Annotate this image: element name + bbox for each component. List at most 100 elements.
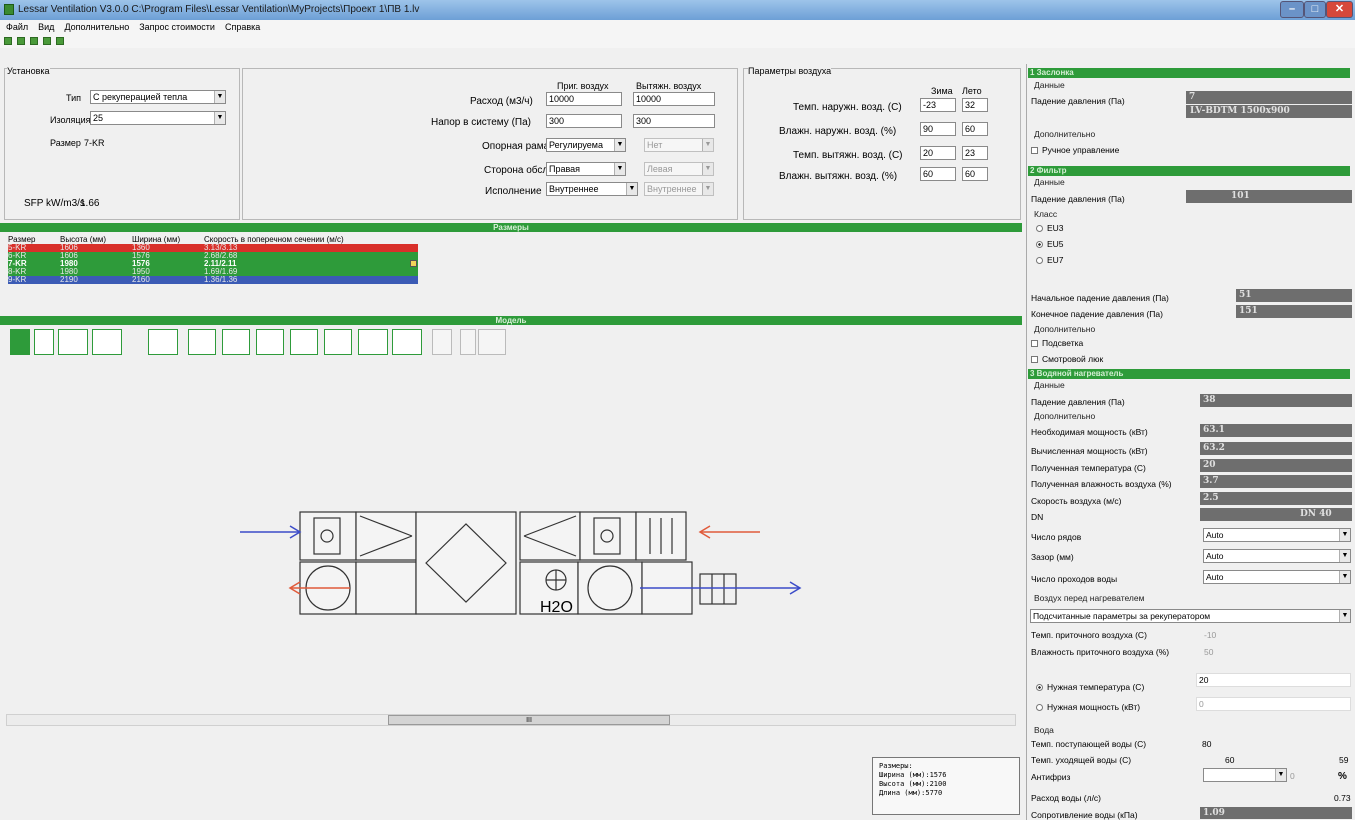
save-icon[interactable] — [43, 37, 51, 45]
electric-heater-component-icon[interactable] — [222, 329, 250, 355]
supply-flow-input[interactable]: 10000 — [546, 92, 622, 106]
exhaust-hum-winter[interactable]: 60 — [920, 167, 956, 181]
outdoor-hum-winter[interactable]: 90 — [920, 122, 956, 136]
manual-control-checkbox[interactable]: Ручное управление — [1031, 145, 1119, 155]
menu-file[interactable]: Файл — [6, 22, 28, 32]
menu-view[interactable]: Вид — [38, 22, 54, 32]
insulation-select[interactable]: 25 ▼ — [90, 111, 226, 125]
air-before-select[interactable]: Подсчитанные параметры за рекуператором ▼ — [1030, 609, 1351, 623]
fan-component-icon[interactable] — [148, 329, 178, 355]
outdoor-hum-label: Влажн. наружн. возд. (%) — [779, 126, 897, 137]
final-pd-value: 151 — [1236, 305, 1352, 318]
water-res-value: 1.09 — [1200, 807, 1352, 819]
print-icon[interactable] — [30, 37, 38, 45]
heater-section-header: 3 Водяной нагреватель — [1028, 369, 1350, 379]
humidifier-component-icon[interactable] — [324, 329, 352, 355]
sfp-label: SFP kW/m3/s — [24, 198, 85, 209]
size-value: 7-KR — [84, 138, 105, 148]
exhaust-temp-summer[interactable]: 23 — [962, 146, 988, 160]
need-power-radio[interactable]: Нужная мощность (кВт) — [1036, 702, 1140, 712]
supply-frame-select[interactable]: Регулируема ▼ — [546, 138, 626, 152]
gap-label: Зазор (мм) — [1031, 552, 1074, 562]
exhaust-pressure-input[interactable]: 300 — [633, 114, 715, 128]
exhaust-temp-label: Темп. вытяжн. возд. (С) — [793, 150, 903, 161]
supply-side-select[interactable]: Правая ▼ — [546, 162, 626, 176]
minimize-button[interactable]: – — [1280, 1, 1304, 18]
need-temp-input[interactable]: 20 — [1196, 673, 1351, 687]
exhaust-hum-summer[interactable]: 60 — [962, 167, 988, 181]
passes-select[interactable]: Auto ▼ — [1203, 570, 1351, 584]
dn-value: DN 40 — [1200, 508, 1352, 521]
rows-select[interactable]: Auto ▼ — [1203, 528, 1351, 542]
hatch-checkbox[interactable]: Смотровой люк — [1031, 354, 1103, 364]
check-icon[interactable] — [410, 260, 417, 267]
damper-section-header: 1 Заслонка — [1028, 68, 1350, 78]
export-icon[interactable] — [56, 37, 64, 45]
disabled-section-icon — [432, 329, 452, 355]
damper-pd-label: Падение давления (Па) — [1031, 96, 1125, 106]
light-checkbox[interactable]: Подсветка — [1031, 338, 1083, 348]
class-eu7-radio[interactable]: EU7 — [1036, 255, 1064, 265]
chevron-down-icon: ▼ — [1275, 769, 1286, 781]
class-eu3-radio[interactable]: EU3 — [1036, 223, 1064, 233]
result-temp-value: 20 — [1200, 459, 1352, 472]
menu-extra[interactable]: Дополнительно — [64, 22, 129, 32]
window-title: Lessar Ventilation V3.0.0 C:\Program Fil… — [18, 4, 420, 15]
exhaust-hum-label: Влажн. вытяжн. возд. (%) — [779, 171, 898, 182]
close-button[interactable]: ✕ — [1326, 1, 1353, 18]
maximize-button[interactable]: □ — [1304, 1, 1326, 18]
antifreeze-percent-value: 0 — [1290, 771, 1295, 781]
need-temp-radio[interactable]: Нужная температура (С) — [1036, 682, 1144, 692]
antifreeze-select[interactable]: ▼ — [1203, 768, 1287, 782]
new-icon[interactable] — [4, 37, 12, 45]
exhaust-execution-select[interactable]: Внутреннее ▼ — [644, 182, 714, 196]
heater-pd-label: Падение давления (Па) — [1031, 397, 1125, 407]
type-select[interactable]: С рекуперацией тепла ▼ — [90, 90, 226, 104]
model-bar: Модель — [0, 316, 1022, 325]
water-heater-component-icon[interactable] — [188, 329, 216, 355]
water-out-value-2: 59 — [1339, 755, 1349, 765]
scrollbar-thumb[interactable]: III — [388, 715, 670, 725]
damper-component-icon[interactable] — [34, 329, 54, 355]
outdoor-temp-winter[interactable]: -23 — [920, 98, 956, 112]
chevron-down-icon: ▼ — [214, 91, 225, 103]
freon-cooler-component-icon[interactable] — [290, 329, 318, 355]
disabled-door-icon — [460, 329, 476, 355]
gap-select[interactable]: Auto ▼ — [1203, 549, 1351, 563]
water-in-value: 80 — [1202, 739, 1212, 749]
component-select-icon[interactable] — [10, 329, 30, 355]
class-eu5-radio[interactable]: EU5 — [1036, 239, 1064, 249]
water-out-value: 60 — [1225, 755, 1235, 765]
dims-length: Длина (мм):5770 — [879, 789, 943, 797]
need-power-input[interactable]: 0 — [1196, 697, 1351, 711]
sizes-bar: Размеры — [0, 223, 1022, 232]
exhaust-col-header: Вытяжн. воздух — [636, 81, 702, 91]
exhaust-side-select[interactable]: Левая ▼ — [644, 162, 714, 176]
menu-quote[interactable]: Запрос стоимости — [139, 22, 215, 32]
menu-help[interactable]: Справка — [225, 22, 260, 32]
final-pd-label: Конечное падение давления (Па) — [1031, 309, 1163, 319]
water-label: Вода — [1034, 725, 1054, 735]
supply-execution-select[interactable]: Внутреннее ▼ — [546, 182, 638, 196]
supply-pressure-input[interactable]: 300 — [546, 114, 622, 128]
dn-label: DN — [1031, 512, 1044, 522]
filter-component-icon[interactable] — [58, 329, 88, 355]
sfp-value: 1.66 — [80, 198, 100, 209]
water-cooler-component-icon[interactable] — [256, 329, 284, 355]
chevron-down-icon: ▼ — [1339, 529, 1350, 541]
table-row[interactable]: 9-KR 2190 2160 1.36/1.36 — [8, 276, 418, 284]
outdoor-hum-summer[interactable]: 60 — [962, 122, 988, 136]
outdoor-temp-summer[interactable]: 32 — [962, 98, 988, 112]
chevron-down-icon: ▼ — [614, 139, 625, 151]
exhaust-flow-input[interactable]: 10000 — [633, 92, 715, 106]
empty-section-icon[interactable] — [392, 329, 422, 355]
silencer-component-icon[interactable] — [92, 329, 122, 355]
exhaust-temp-winter[interactable]: 20 — [920, 146, 956, 160]
init-pd-value: 51 — [1236, 289, 1352, 302]
exhaust-frame-select[interactable]: Нет ▼ — [644, 138, 714, 152]
disabled-panel-icon — [478, 329, 506, 355]
rows-label: Число рядов — [1031, 532, 1082, 542]
recuperator-component-icon[interactable] — [358, 329, 388, 355]
damper-model-value: LV-BDTM 1500x900 — [1186, 105, 1352, 118]
open-icon[interactable] — [17, 37, 25, 45]
